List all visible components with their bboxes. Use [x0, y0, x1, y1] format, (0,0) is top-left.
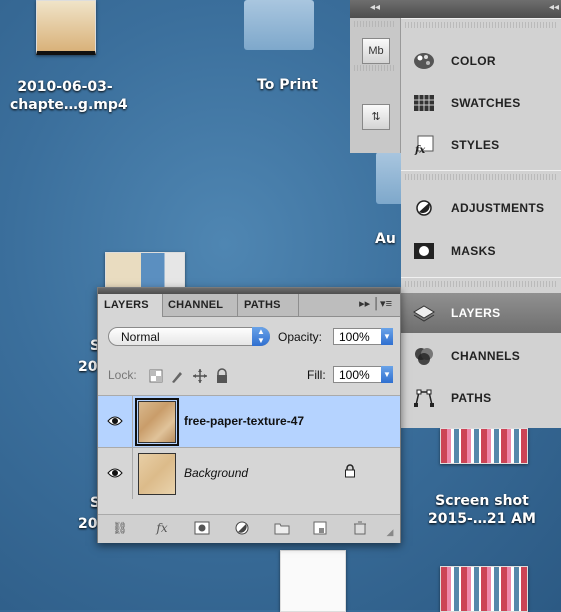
- blend-mode-value: Normal: [121, 330, 160, 344]
- tab-layers[interactable]: LAYERS: [98, 294, 163, 317]
- desktop-item-video[interactable]: 2010-06-03- chapte…g.mp4: [10, 78, 128, 114]
- dock-item-label: STYLES: [451, 138, 500, 152]
- grip-handle-2[interactable]: [354, 65, 396, 71]
- blend-mode-select[interactable]: Normal ▲ ▼: [108, 327, 270, 346]
- opacity-value: 100%: [339, 330, 370, 344]
- screenshot-thumbnail-2[interactable]: [440, 566, 528, 612]
- link-icon[interactable]: ⛓: [110, 521, 130, 535]
- grip-handle-5[interactable]: [405, 281, 557, 287]
- dock-item-label: SWATCHES: [451, 96, 521, 110]
- blend-row: Normal ▲ ▼ Opacity: 100% ▼: [98, 322, 400, 350]
- eye-icon: [107, 416, 123, 426]
- dock-item-paths[interactable]: PATHS: [401, 378, 561, 418]
- dock-panel-list: COLOR SWATCHES fx STYLES ADJUSTMENTS MAS…: [401, 18, 561, 428]
- layers-bottom-bar: ⛓ fx ◢: [98, 514, 400, 543]
- dock-item-styles[interactable]: fx STYLES: [401, 125, 561, 165]
- mask-icon[interactable]: [194, 521, 210, 535]
- adjustments-icon: [416, 200, 432, 216]
- layers-panel-tabs: LAYERS CHANNEL PATHS ▸▸ │▾≡: [98, 294, 400, 317]
- channels-icon: [415, 348, 433, 365]
- tab-paths[interactable]: PATHS: [238, 294, 299, 316]
- grip-handle[interactable]: [354, 21, 396, 27]
- dock-icon-strip: Mb ⇅: [350, 18, 401, 153]
- swatches-icon: [414, 95, 434, 111]
- layer-thumbnail: [135, 398, 179, 446]
- desktop-item-partial-2: 20: [78, 359, 98, 375]
- opacity-label: Opacity:: [278, 330, 323, 344]
- dock-item-label: ADJUSTMENTS: [451, 201, 545, 215]
- dock-item-label: MASKS: [451, 244, 496, 258]
- mini-bridge-icon[interactable]: Mb: [362, 38, 390, 64]
- panel-menu-icon[interactable]: ▸▸ │▾≡: [359, 297, 392, 310]
- collapse-icon[interactable]: ◂◂: [370, 2, 380, 13]
- layer-name[interactable]: Background: [184, 466, 248, 480]
- lock-transparent-icon[interactable]: [149, 369, 163, 383]
- collapse-icon-2[interactable]: ◂◂: [549, 2, 559, 13]
- dock-item-adjustments[interactable]: ADJUSTMENTS: [401, 188, 561, 228]
- dock-item-swatches[interactable]: SWATCHES: [401, 83, 561, 123]
- to-print-folder-icon[interactable]: [244, 0, 314, 50]
- lock-label: Lock:: [108, 368, 137, 382]
- fill-value: 100%: [339, 368, 370, 382]
- masks-icon: [414, 243, 434, 259]
- screenshot-thumbnail[interactable]: [440, 428, 528, 464]
- dock-group-3: LAYERS CHANNELS PATHS: [401, 277, 561, 428]
- visibility-toggle[interactable]: [98, 448, 133, 499]
- fill-field[interactable]: 100% ▼: [333, 366, 393, 383]
- adjustment-icon[interactable]: [234, 521, 250, 535]
- eye-icon: [107, 468, 123, 478]
- lock-all-icon[interactable]: [215, 368, 229, 384]
- dock-title-bar[interactable]: ◂◂ ◂◂: [350, 0, 561, 18]
- chevron-down-icon[interactable]: ▼: [381, 328, 393, 345]
- dock-item-masks[interactable]: MASKS: [401, 231, 561, 271]
- chevron-down-icon[interactable]: ▼: [381, 366, 393, 383]
- layer-row[interactable]: Background: [98, 447, 400, 499]
- history-icon[interactable]: ⇅: [362, 104, 390, 130]
- fill-label: Fill:: [307, 368, 326, 382]
- color-icon: [414, 53, 434, 69]
- lock-position-move-icon[interactable]: [192, 368, 208, 384]
- dock-item-label: PATHS: [451, 391, 492, 405]
- document-thumbnail[interactable]: [280, 550, 346, 612]
- svg-text:fx: fx: [414, 145, 426, 155]
- desktop-item-partial-4: 20: [78, 516, 98, 532]
- new-layer-icon[interactable]: [312, 521, 328, 535]
- fx-icon[interactable]: fx: [154, 521, 170, 535]
- grip-handle-4[interactable]: [405, 174, 557, 180]
- layers-panel: LAYERS CHANNEL PATHS ▸▸ │▾≡ Normal ▲ ▼ Op…: [97, 287, 401, 543]
- desktop-item-screenshot-line2: 2015-…21 AM: [428, 511, 536, 527]
- dock-item-color[interactable]: COLOR: [401, 41, 561, 81]
- dock-item-label: COLOR: [451, 54, 496, 68]
- desktop-item-screenshot-line1: Screen shot: [435, 493, 529, 509]
- chevron-up-down-icon: ▲ ▼: [252, 327, 270, 346]
- desktop-item-to-print[interactable]: To Print: [240, 76, 335, 94]
- lock-pixels-brush-icon[interactable]: [170, 368, 186, 384]
- dock-item-label: LAYERS: [451, 306, 501, 320]
- layer-name[interactable]: free-paper-texture-47: [184, 414, 304, 428]
- lock-row: Lock: Fill: 100% ▼: [98, 362, 400, 390]
- opacity-field[interactable]: 100% ▼: [333, 328, 393, 345]
- dock-item-label: CHANNELS: [451, 349, 521, 363]
- dock-item-layers[interactable]: LAYERS: [401, 293, 561, 333]
- desktop-item-video-line1: 2010-06-03-: [17, 79, 113, 95]
- folder-icon[interactable]: [274, 521, 290, 535]
- dock-group-2: ADJUSTMENTS MASKS: [401, 170, 561, 276]
- trash-icon[interactable]: [352, 521, 368, 535]
- dock-item-channels[interactable]: CHANNELS: [401, 336, 561, 376]
- layers-icon: [413, 305, 435, 322]
- desktop-video-thumbnail[interactable]: [36, 0, 96, 55]
- tab-channels[interactable]: CHANNEL: [162, 294, 238, 316]
- desktop-item-video-line2: chapte…g.mp4: [10, 97, 128, 113]
- visibility-toggle[interactable]: [98, 396, 133, 447]
- layer-thumbnail: [138, 453, 176, 495]
- desktop-item-screenshot[interactable]: Screen shot 2015-…21 AM: [412, 492, 552, 528]
- lock-icon: [345, 464, 355, 478]
- paths-icon: [414, 389, 434, 407]
- dock-group-1: COLOR SWATCHES fx STYLES: [401, 18, 561, 169]
- styles-icon: fx: [414, 135, 434, 155]
- layer-row[interactable]: free-paper-texture-47: [98, 395, 400, 447]
- resize-grip-icon[interactable]: ◢: [382, 525, 398, 539]
- grip-handle-3[interactable]: [405, 22, 557, 28]
